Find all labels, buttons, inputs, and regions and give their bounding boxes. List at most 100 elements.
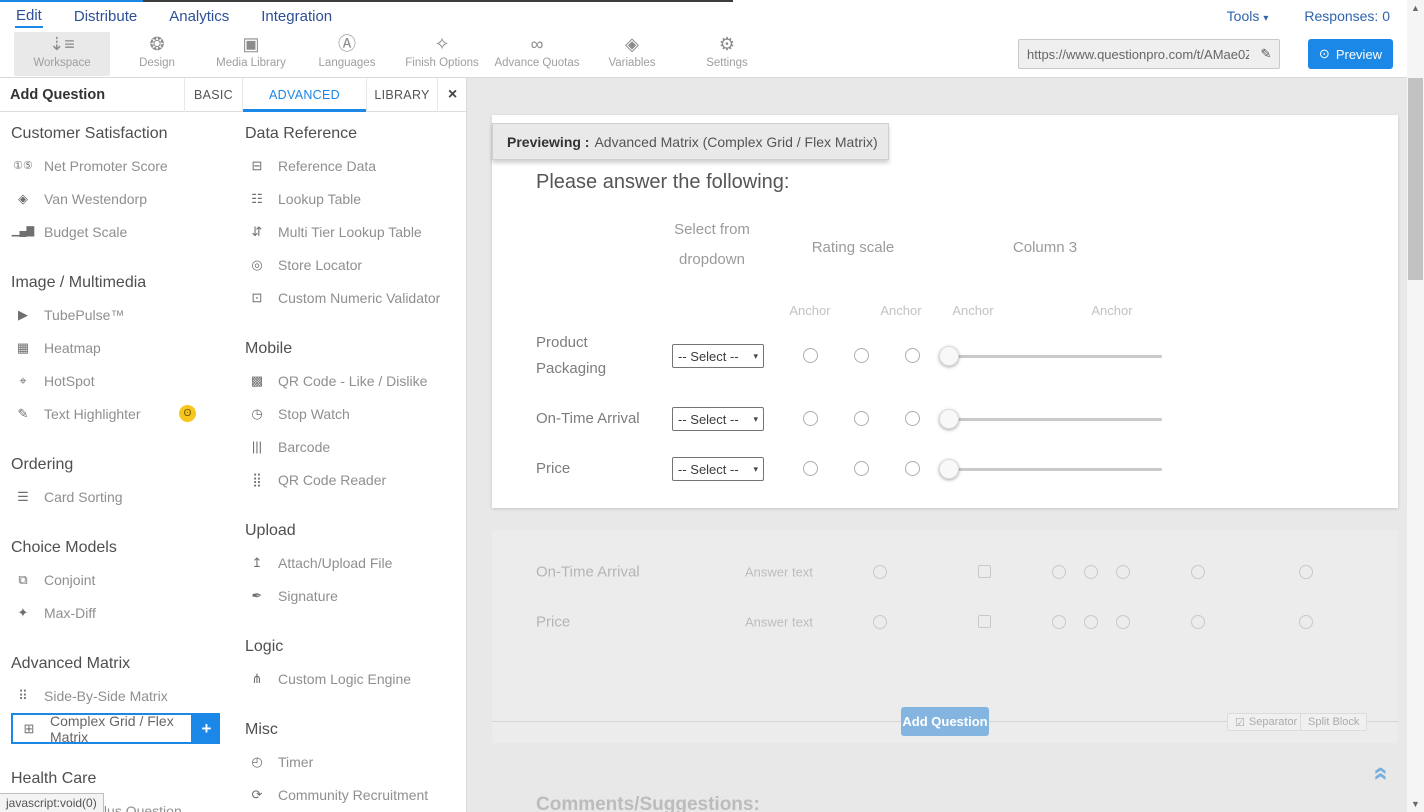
tab-advanced[interactable]: ADVANCED	[242, 78, 366, 112]
responses-count[interactable]: Responses: 0	[1304, 8, 1390, 24]
question-type-side-by-side-matrix[interactable]: ⠿ Side-By-Side Matrix	[11, 679, 233, 712]
select-dropdown[interactable]: -- Select -- ▾	[672, 457, 764, 481]
question-type-multi-tier-lookup[interactable]: ⇵ Multi Tier Lookup Table	[245, 215, 463, 248]
design-button[interactable]: ❂ Design	[112, 32, 202, 76]
top-navigation: Edit Distribute Analytics Integration To…	[0, 2, 1424, 30]
slider-handle[interactable]	[939, 346, 959, 366]
workspace-button[interactable]: ⇣≡ Workspace	[14, 32, 110, 76]
question-type-van-westendorp[interactable]: ◈ Van Westendorp	[11, 182, 233, 215]
tag-icon: ◈	[587, 32, 677, 56]
signature-icon: ✒	[245, 588, 269, 604]
question-type-qr-code-reader[interactable]: ⣿ QR Code Reader	[245, 463, 463, 496]
media-library-button[interactable]: ▣ Media Library	[206, 32, 296, 76]
row-label: On-Time Arrival	[536, 406, 654, 432]
radio-button[interactable]	[803, 411, 818, 426]
comments-suggestions-label: Comments/Suggestions:	[536, 794, 760, 812]
settings-label: Settings	[682, 57, 772, 69]
grid-dots-icon: ⠿	[11, 688, 35, 704]
radio-button	[1299, 565, 1313, 579]
radio-button[interactable]	[854, 348, 869, 363]
vertical-scrollbar[interactable]: ▲ ▼	[1407, 0, 1424, 812]
select-dropdown[interactable]: -- Select -- ▾	[672, 407, 764, 431]
settings-button[interactable]: ⚙ Settings	[682, 32, 772, 76]
slider-track[interactable]	[948, 468, 1162, 471]
radio-button[interactable]	[854, 411, 869, 426]
question-type-community-recruitment[interactable]: ⟳ Community Recruitment	[245, 778, 463, 811]
variables-button[interactable]: ◈ Variables	[587, 32, 677, 76]
nav-analytics[interactable]: Analytics	[168, 6, 230, 27]
preview-button[interactable]: ⊙ Preview	[1308, 39, 1393, 69]
eye-icon: ⊙	[1319, 46, 1330, 62]
question-type-max-diff[interactable]: ✦ Max-Diff	[11, 596, 233, 629]
item-label: Multi Tier Lookup Table	[278, 224, 422, 240]
radio-button[interactable]	[803, 461, 818, 476]
price-tag-icon: ◈	[11, 191, 35, 207]
tab-basic[interactable]: BASIC	[184, 78, 242, 112]
split-block-label: Split Block	[1308, 716, 1359, 728]
radio-button[interactable]	[905, 461, 920, 476]
scrollbar-up-arrow-icon[interactable]: ▲	[1407, 3, 1424, 13]
slider-track[interactable]	[948, 418, 1162, 421]
question-type-complex-grid-selected[interactable]: ⊞ Complex Grid / Flex Matrix +	[11, 713, 220, 744]
item-label: QR Code Reader	[278, 472, 386, 488]
scroll-to-top-chevron-icon[interactable]: »	[1364, 766, 1395, 780]
nav-integration[interactable]: Integration	[260, 6, 333, 27]
question-type-signature[interactable]: ✒ Signature	[245, 579, 463, 612]
slider-handle[interactable]	[939, 459, 959, 479]
question-type-text-highlighter[interactable]: ✎ Text Highlighter ʘ	[11, 397, 233, 430]
heatmap-icon: ▦	[11, 340, 35, 356]
row-label: Price	[536, 614, 696, 631]
scrollbar-down-arrow-icon[interactable]: ▼	[1407, 799, 1424, 809]
question-type-conjoint[interactable]: ⧉ Conjoint	[11, 563, 233, 596]
question-type-timer[interactable]: ◴ Timer	[245, 745, 463, 778]
radio-button[interactable]	[803, 348, 818, 363]
chevron-down-icon: ▾	[753, 351, 758, 362]
question-type-net-promoter-score[interactable]: ①⑤ Net Promoter Score	[11, 149, 233, 182]
tab-library[interactable]: LIBRARY	[366, 78, 437, 112]
item-label: Stop Watch	[278, 406, 350, 422]
preview-label: Preview	[1336, 47, 1382, 62]
question-type-attach-upload[interactable]: ↥ Attach/Upload File	[245, 546, 463, 579]
question-type-qr-like-dislike[interactable]: ▩ QR Code - Like / Dislike	[245, 364, 463, 397]
scrollbar-thumb[interactable]	[1408, 78, 1423, 280]
select-value: -- Select --	[678, 412, 739, 427]
nav-distribute[interactable]: Distribute	[73, 6, 138, 27]
question-type-barcode[interactable]: ||| Barcode	[245, 430, 463, 463]
survey-url-input[interactable]	[1019, 47, 1253, 62]
question-type-card-sorting[interactable]: ☰ Card Sorting	[11, 480, 233, 513]
split-block-button[interactable]: Split Block	[1300, 713, 1367, 731]
question-type-hotspot[interactable]: ⌖ HotSpot	[11, 364, 233, 397]
section-heading: Customer Satisfaction	[11, 125, 233, 143]
languages-button[interactable]: Ⓐ Languages	[302, 32, 392, 76]
radio-button[interactable]	[854, 461, 869, 476]
nav-edit[interactable]: Edit	[15, 5, 43, 28]
question-type-reference-data[interactable]: ⊟ Reference Data	[245, 149, 463, 182]
question-type-store-locator[interactable]: ◎ Store Locator	[245, 248, 463, 281]
slider-handle[interactable]	[939, 409, 959, 429]
separator-toggle-button[interactable]: ☑ Separator	[1227, 713, 1305, 731]
edit-url-pencil-icon[interactable]: ✎	[1253, 46, 1279, 62]
item-label: Budget Scale	[44, 224, 127, 240]
matrix-row-on-time-arrival: On-Time Arrival -- Select -- ▾	[492, 394, 1398, 444]
tools-dropdown[interactable]: Tools▾	[1227, 8, 1269, 24]
question-type-budget-scale[interactable]: ▁▄▇ Budget Scale	[11, 215, 233, 248]
question-type-tubepulse[interactable]: ▶ TubePulse™	[11, 298, 233, 331]
question-type-custom-logic-engine[interactable]: ⋔ Custom Logic Engine	[245, 662, 463, 695]
section-ordering: Ordering ☰ Card Sorting	[11, 456, 233, 513]
finish-options-button[interactable]: ✧ Finish Options	[397, 32, 487, 76]
question-type-heatmap[interactable]: ▦ Heatmap	[11, 331, 233, 364]
advance-quotas-button[interactable]: ∞ Advance Quotas	[492, 32, 582, 76]
item-label: Max-Diff	[44, 605, 96, 621]
add-question-type-plus-button[interactable]: +	[193, 713, 220, 744]
add-question-button[interactable]: Add Question	[901, 707, 989, 736]
question-type-custom-numeric-validator[interactable]: ⊡ Custom Numeric Validator	[245, 281, 463, 314]
question-type-lookup-table[interactable]: ☷ Lookup Table	[245, 182, 463, 215]
select-dropdown[interactable]: -- Select -- ▾	[672, 344, 764, 368]
selected-question-type-box[interactable]: ⊞ Complex Grid / Flex Matrix	[11, 713, 193, 744]
question-type-stop-watch[interactable]: ◷ Stop Watch	[245, 397, 463, 430]
slider-track[interactable]	[948, 355, 1162, 358]
finish-options-label: Finish Options	[397, 57, 487, 69]
radio-button[interactable]	[905, 348, 920, 363]
close-icon[interactable]: ×	[437, 78, 467, 112]
radio-button[interactable]	[905, 411, 920, 426]
